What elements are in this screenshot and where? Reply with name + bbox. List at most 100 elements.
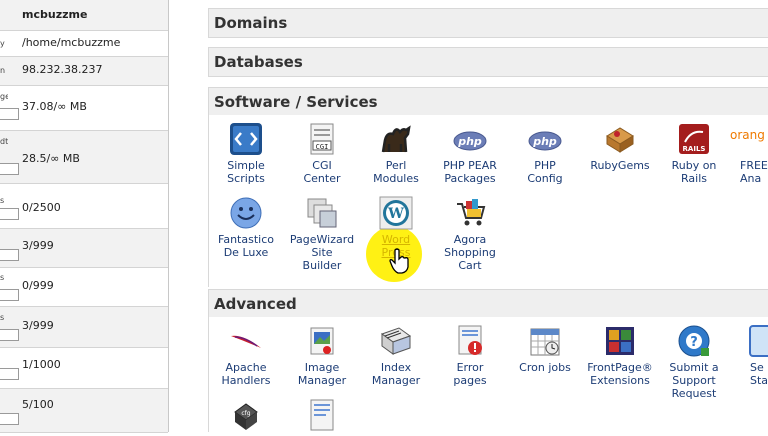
error-pages-icon <box>453 324 487 358</box>
section-title: Advanced <box>214 295 297 313</box>
perl-camel-icon <box>379 122 413 156</box>
stat-row-8: 5/100 <box>0 389 168 433</box>
advanced-item-partial-2[interactable] <box>284 398 360 432</box>
cron-jobs-link[interactable]: Cron jobs <box>507 324 583 374</box>
item-label: FrontPage® Extensions <box>587 361 653 387</box>
item-label: Agora Shopping Cart <box>444 233 496 272</box>
stat-ip-address: 98.232.38.237 <box>22 63 103 76</box>
item-label: Perl Modules <box>373 159 419 185</box>
stat-row-4: 3/999 <box>0 229 168 268</box>
usage-bar <box>0 163 19 175</box>
item-label: PHP Config <box>527 159 563 185</box>
frontpage-extensions-link[interactable]: FrontPage® Extensions <box>582 324 658 387</box>
item-label: Index Manager <box>371 361 421 387</box>
usage-bar <box>0 368 19 380</box>
stat-label: n <box>0 66 6 75</box>
hand-cursor-icon <box>388 248 410 278</box>
stat-home-directory: /home/mcbuzzme <box>22 36 121 49</box>
svg-text:W: W <box>387 206 404 222</box>
scripts-icon <box>229 122 263 156</box>
stat-row-3: s 0/2500 <box>0 184 168 229</box>
php-config-link[interactable]: php PHP Config <box>507 122 583 185</box>
svg-text:php: php <box>532 135 557 148</box>
item-label: RubyGems <box>590 159 650 172</box>
usage-bar <box>0 108 19 120</box>
index-manager-link[interactable]: Index Manager <box>358 324 434 387</box>
item-label: Apache Handlers <box>221 361 271 387</box>
section-title: Databases <box>214 53 303 71</box>
agora-shopping-cart-link[interactable]: Agora Shopping Cart <box>432 196 508 272</box>
item-label: PHP PEAR Packages <box>443 159 497 185</box>
stat-label: s <box>0 196 5 205</box>
wordpress-icon: W <box>379 196 413 230</box>
gear-icon: cfg <box>229 398 263 432</box>
item-label: Image Manager <box>297 361 347 387</box>
rubygems-link[interactable]: RubyGems <box>582 122 658 172</box>
apache-handlers-link[interactable]: Apache Handlers <box>208 324 284 387</box>
section-software-services[interactable]: Software / Services <box>208 87 768 116</box>
smiley-icon <box>229 196 263 230</box>
server-status-link[interactable]: Se Sta <box>740 324 768 387</box>
usage-bar <box>0 289 19 301</box>
item-label: Ruby on Rails <box>671 159 717 185</box>
image-manager-icon <box>305 324 339 358</box>
item-label: PageWizard Site Builder <box>289 233 355 272</box>
stat-value: 3/999 <box>22 239 54 252</box>
stat-bandwidth: 28.5/∞ MB <box>22 152 80 165</box>
stat-value: 0/2500 <box>22 201 61 214</box>
perl-modules-link[interactable]: Perl Modules <box>358 122 434 185</box>
frontpage-icon <box>603 324 637 358</box>
submit-support-request-link[interactable]: ? Submit a Support Request <box>656 324 732 400</box>
usage-bar <box>0 249 19 261</box>
stat-username: mcbuzzme <box>22 8 88 21</box>
section-domains[interactable]: Domains <box>208 8 768 38</box>
free-analytics-link[interactable]: orang FREE Ana <box>730 122 768 185</box>
stat-disk-usage: 37.08/∞ MB <box>22 100 87 113</box>
image-manager-link[interactable]: Image Manager <box>284 324 360 387</box>
usage-bar <box>0 329 19 341</box>
stat-row-home: y /home/mcbuzzme <box>0 31 168 57</box>
item-label: Cron jobs <box>519 361 571 374</box>
apache-feather-icon <box>229 324 263 358</box>
advanced-item-partial-1[interactable]: cfg <box>208 398 284 432</box>
fantastico-de-luxe-link[interactable]: Fantastico De Luxe <box>208 196 284 259</box>
item-label: FREE Ana <box>740 159 768 185</box>
stat-row-5: s 0/999 <box>0 268 168 307</box>
item-label: Se Sta <box>750 361 768 387</box>
stat-label: dth <box>0 137 8 146</box>
php-pear-packages-link[interactable]: php PHP PEAR Packages <box>432 122 508 185</box>
item-label: CGI Center <box>303 159 341 185</box>
rubygems-icon <box>603 122 637 156</box>
ruby-on-rails-link[interactable]: RAILS Ruby on Rails <box>656 122 732 185</box>
section-databases[interactable]: Databases <box>208 47 768 77</box>
rails-icon: RAILS <box>677 122 711 156</box>
stat-value: 1/1000 <box>22 358 61 371</box>
cgi-center-link[interactable]: CGI CGI Center <box>284 122 360 185</box>
stat-value: 5/100 <box>22 398 54 411</box>
stat-row-6: s 3/999 <box>0 307 168 348</box>
stat-row-username: mcbuzzme <box>0 0 168 31</box>
pagewizard-site-builder-link[interactable]: PageWizard Site Builder <box>284 196 360 272</box>
stat-row-7: 1/1000 <box>0 348 168 389</box>
cgi-icon: CGI <box>305 122 339 156</box>
stat-label: ge <box>0 92 8 101</box>
section-advanced[interactable]: Advanced <box>208 289 768 318</box>
svg-text:php: php <box>457 135 482 148</box>
stat-row-ip: n 98.232.38.237 <box>0 57 168 86</box>
simple-scripts-link[interactable]: Simple Scripts <box>208 122 284 185</box>
svg-text:RAILS: RAILS <box>683 145 706 153</box>
stat-row-disk: ge 37.08/∞ MB <box>0 86 168 131</box>
section-title: Domains <box>214 14 288 32</box>
section-title: Software / Services <box>214 93 378 111</box>
server-icon <box>740 324 768 358</box>
cart-icon <box>453 196 487 230</box>
item-label: Submit a Support Request <box>669 361 719 400</box>
stat-row-bandwidth: dth 28.5/∞ MB <box>0 131 168 184</box>
usage-bar <box>0 208 19 220</box>
error-pages-link[interactable]: Error pages <box>432 324 508 387</box>
stats-panel: mcbuzzme y /home/mcbuzzme n 98.232.38.23… <box>0 0 169 433</box>
stat-value: 3/999 <box>22 319 54 332</box>
cron-icon <box>528 324 562 358</box>
support-icon: ? <box>677 324 711 358</box>
stat-label: s <box>0 273 5 282</box>
